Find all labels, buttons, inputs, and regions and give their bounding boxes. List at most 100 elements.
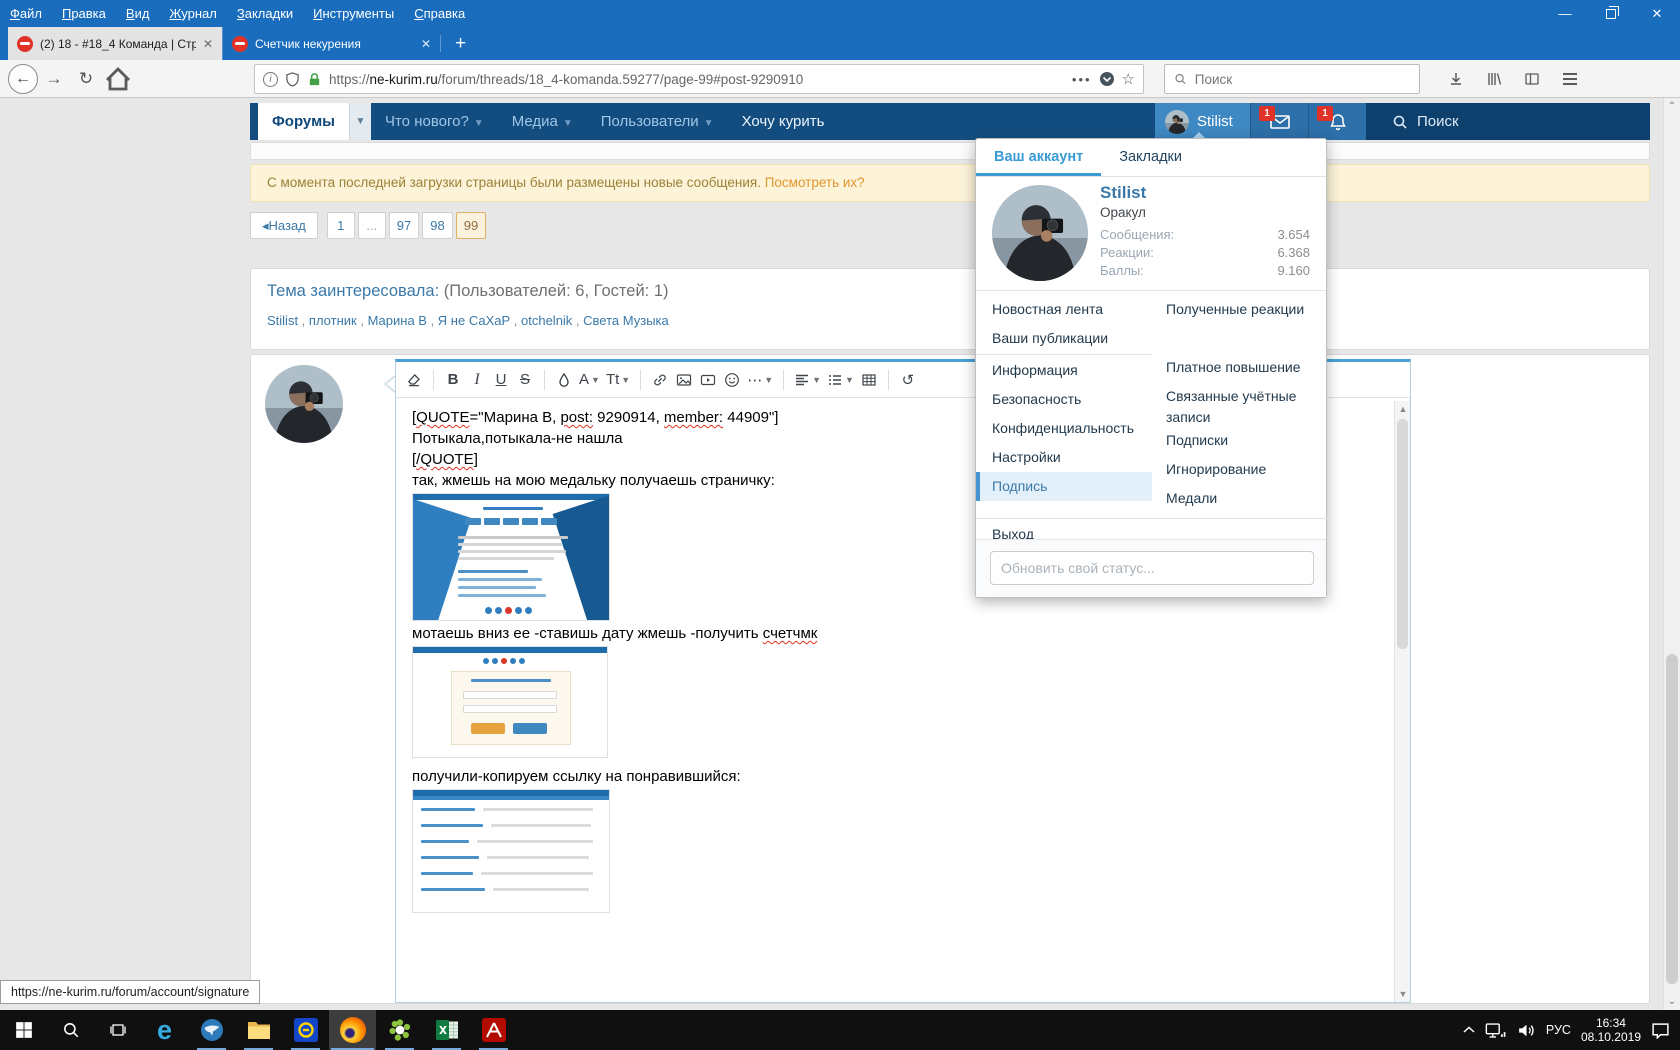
tab-your-account[interactable]: Ваш аккаунт	[976, 139, 1101, 176]
undo-button[interactable]: ↺	[896, 367, 920, 393]
more-options-button[interactable]: ⋯▼	[744, 367, 776, 393]
taskbar-file-explorer[interactable]	[235, 1010, 282, 1050]
menu-help[interactable]: Справка	[404, 2, 475, 25]
pagination-page[interactable]: 1	[327, 212, 355, 239]
menu-privacy[interactable]: Конфиденциальность	[976, 414, 1152, 443]
menu-connected-accounts[interactable]: Связанные учётные записи	[1166, 382, 1314, 426]
menu-file[interactable]: Файл	[0, 2, 52, 25]
account-username[interactable]: Stilist	[1100, 183, 1146, 203]
nav-forums[interactable]: Форумы ▼	[258, 103, 371, 140]
menu-following[interactable]: Подписки	[1166, 426, 1314, 455]
pagination-back[interactable]: ◂Назад	[250, 212, 318, 239]
tab-close-icon[interactable]: ✕	[203, 37, 213, 51]
page-actions-icon[interactable]: •••	[1072, 72, 1092, 87]
pagination-current-page[interactable]: 99	[456, 212, 486, 239]
chevron-down-icon[interactable]: ▼	[349, 103, 371, 140]
https-lock-icon[interactable]	[307, 72, 322, 87]
member-link[interactable]: Света Музыка	[583, 313, 669, 328]
nav-media[interactable]: Медиа▼	[498, 103, 587, 140]
close-button[interactable]: ✕	[1634, 0, 1680, 27]
insert-link-button[interactable]	[648, 367, 672, 393]
member-link[interactable]: плотник	[309, 313, 368, 328]
menu-medals[interactable]: Медали	[1166, 484, 1314, 513]
inbox-button[interactable]: 1	[1250, 103, 1308, 140]
start-button[interactable]	[0, 1010, 47, 1050]
menu-security[interactable]: Безопасность	[976, 385, 1152, 414]
tracking-shield-icon[interactable]	[285, 72, 300, 87]
pagination-page[interactable]: 98	[422, 212, 452, 239]
list-button[interactable]: ▼	[824, 367, 857, 393]
pocket-icon[interactable]	[1099, 71, 1115, 87]
menu-account-upgrades[interactable]: Платное повышение	[1166, 353, 1314, 382]
page-info-icon[interactable]: i	[263, 72, 278, 87]
search-input[interactable]	[1195, 72, 1410, 87]
url-bar[interactable]: i https://ne-kurim.ru/forum/threads/18_4…	[254, 64, 1144, 94]
nav-members[interactable]: Пользователи▼	[587, 103, 728, 140]
member-link[interactable]: Марина В	[368, 313, 438, 328]
bookmark-star-icon[interactable]: ☆	[1122, 70, 1135, 88]
member-link[interactable]: Я не СаХаР	[438, 313, 521, 328]
insert-image-button[interactable]	[672, 367, 696, 393]
text-color-button[interactable]	[552, 367, 576, 393]
menu-preferences[interactable]: Настройки	[976, 443, 1152, 472]
menu-edit[interactable]: Правка	[52, 2, 116, 25]
remove-format-button[interactable]	[402, 367, 426, 393]
pagination-page[interactable]: 97	[389, 212, 419, 239]
menu-your-content[interactable]: Ваши публикации	[976, 324, 1152, 353]
member-link[interactable]: Stilist	[267, 313, 309, 328]
volume-icon[interactable]	[1517, 1023, 1536, 1038]
italic-button[interactable]: I	[465, 367, 489, 393]
forum-search-button[interactable]: Поиск	[1366, 103, 1650, 140]
underline-button[interactable]: U	[489, 367, 513, 393]
menu-ignoring[interactable]: Игнорирование	[1166, 455, 1314, 484]
taskbar-adobe-reader[interactable]	[470, 1010, 517, 1050]
view-new-posts-link[interactable]: Посмотреть их?	[765, 175, 865, 190]
tray-expand-icon[interactable]	[1463, 1026, 1475, 1034]
taskbar-edge[interactable]: e	[141, 1010, 188, 1050]
pagination-ellipsis[interactable]: ...	[358, 212, 386, 239]
browser-search[interactable]	[1164, 64, 1420, 94]
tab-close-icon[interactable]: ✕	[421, 37, 431, 51]
downloads-button[interactable]	[1440, 64, 1472, 94]
new-tab-button[interactable]: +	[441, 27, 480, 60]
action-center-icon[interactable]	[1651, 1022, 1670, 1039]
reload-button[interactable]: ↻	[70, 64, 102, 94]
menu-news-feed[interactable]: Новостная лента	[976, 295, 1152, 324]
taskbar-icq[interactable]	[376, 1010, 423, 1050]
menu-signature[interactable]: Подпись	[976, 472, 1152, 501]
strikethrough-button[interactable]: S	[513, 367, 537, 393]
menu-bookmarks[interactable]: Закладки	[227, 2, 303, 25]
menu-reactions-received[interactable]: Полученные реакции	[1166, 295, 1314, 324]
insert-media-button[interactable]	[696, 367, 720, 393]
taskbar-search-button[interactable]	[47, 1010, 94, 1050]
hamburger-menu-button[interactable]	[1554, 64, 1586, 94]
font-size-button[interactable]: Tt▼	[603, 367, 633, 393]
bold-button[interactable]: B	[441, 367, 465, 393]
sidebar-button[interactable]	[1516, 64, 1548, 94]
post-image-thumbnail[interactable]	[412, 493, 610, 621]
restore-button[interactable]	[1588, 0, 1634, 27]
nav-want-to-smoke[interactable]: Хочу курить	[728, 103, 839, 140]
nav-whats-new[interactable]: Что нового?▼	[371, 103, 498, 140]
network-icon[interactable]	[1485, 1023, 1507, 1038]
page-scrollbar[interactable]: ⌃ ⌄	[1663, 98, 1680, 1010]
back-button[interactable]: ←	[8, 64, 38, 94]
taskbar-thunderbird[interactable]	[188, 1010, 235, 1050]
status-update-input[interactable]	[990, 551, 1314, 585]
taskbar-firefox[interactable]	[329, 1010, 376, 1050]
alignment-button[interactable]: ▼	[791, 367, 824, 393]
tab-forum-thread[interactable]: (2) 18 - #18_4 Команда | Стран ✕	[8, 27, 222, 60]
taskbar-app[interactable]	[282, 1010, 329, 1050]
forward-button[interactable]: →	[38, 64, 70, 94]
library-button[interactable]	[1478, 64, 1510, 94]
post-image-thumbnail[interactable]	[412, 789, 610, 913]
alerts-button[interactable]: 1	[1308, 103, 1366, 140]
avatar[interactable]	[265, 365, 343, 443]
font-family-button[interactable]: A▼	[576, 367, 603, 393]
member-link[interactable]: otchelnik	[521, 313, 583, 328]
taskbar-excel[interactable]	[423, 1010, 470, 1050]
home-button[interactable]	[102, 64, 134, 94]
menu-view[interactable]: Вид	[116, 2, 160, 25]
minimize-button[interactable]: —	[1542, 0, 1588, 27]
tab-bookmarks[interactable]: Закладки	[1101, 139, 1200, 176]
